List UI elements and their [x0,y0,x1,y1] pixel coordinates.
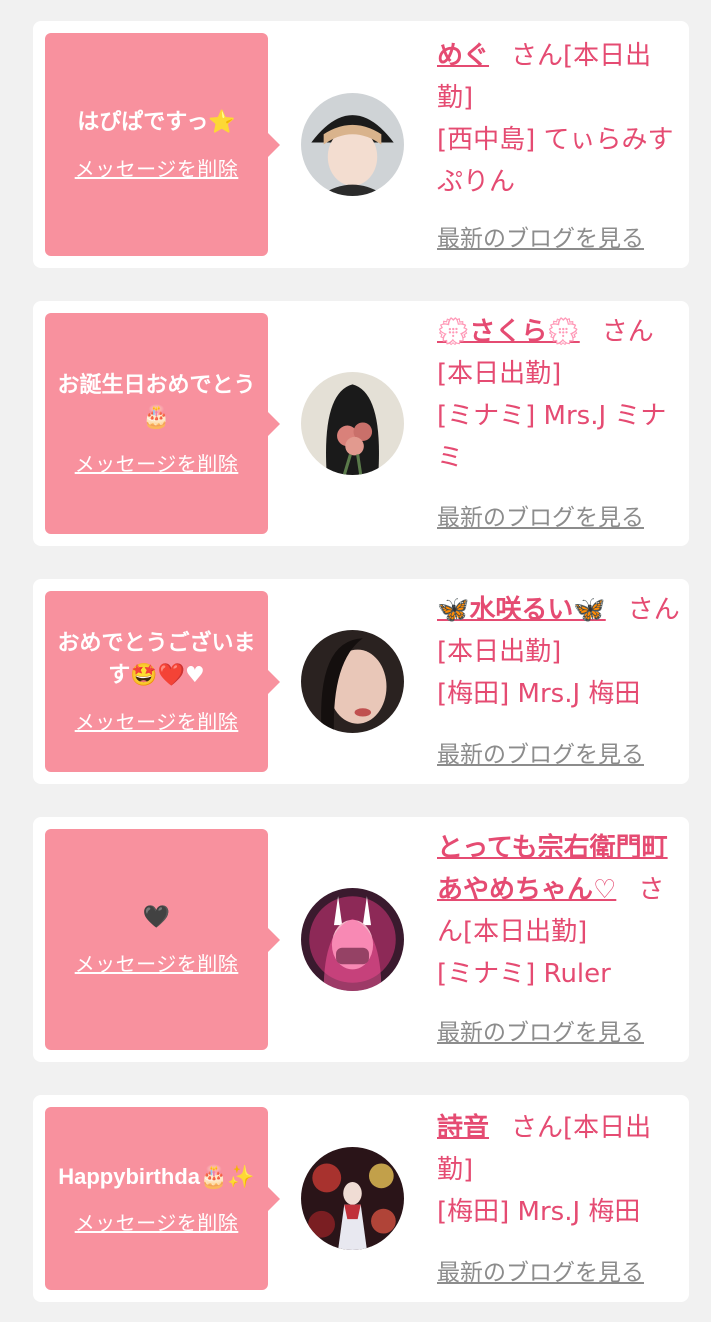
message-bubble: おめでとうございます🤩❤️♥ メッセージを削除 [45,591,280,772]
cast-name-link[interactable]: 詩音 [437,1113,489,1143]
latest-blog-link[interactable]: 最新のブログを見る [437,1013,644,1047]
avatar[interactable] [301,630,404,733]
avatar[interactable] [301,1147,404,1250]
cast-info: 🦋水咲るい🦋 さん[本日出勤] [梅田] Mrs.J 梅田 [437,589,683,715]
shop-name: [ミナミ] Mrs.J ミナミ [437,401,667,473]
delete-message-link[interactable]: メッセージを削除 [75,1207,239,1236]
message-bubble: はぴぱですっ⭐ メッセージを削除 [45,33,280,256]
message-card: はぴぱですっ⭐ メッセージを削除 めぐ さん[本日出勤] [西中島] てぃらみすぷ… [33,21,689,268]
message-text: Happybirthda🎂✨ [58,1164,255,1189]
delete-message-link[interactable]: メッセージを削除 [75,153,239,182]
message-bubble: Happybirthda🎂✨ メッセージを削除 [45,1107,280,1290]
avatar[interactable] [301,372,404,475]
cast-name-link[interactable]: 💮さくら💮 [437,317,580,347]
message-text: はぴぱですっ⭐ [77,110,236,135]
delete-message-link[interactable]: メッセージを削除 [75,948,239,977]
shop-name: [ミナミ] Ruler [437,959,611,989]
message-card: Happybirthda🎂✨ メッセージを削除 詩音 さん[本日出勤] [梅田] … [33,1095,689,1302]
delete-message-link[interactable]: メッセージを削除 [75,706,239,735]
latest-blog-link[interactable]: 最新のブログを見る [437,735,644,769]
avatar[interactable] [301,93,404,196]
message-text: お誕生日おめでとう🎂 [57,373,256,430]
message-bubble: お誕生日おめでとう🎂 メッセージを削除 [45,313,280,534]
shop-name: [梅田] Mrs.J 梅田 [437,1197,641,1227]
latest-blog-link[interactable]: 最新のブログを見る [437,498,644,532]
message-card: 🖤 メッセージを削除 とっても宗右衛門町あやめちゃん♡ さん[本日出勤] [ミナミ… [33,817,689,1062]
shop-name: [梅田] Mrs.J 梅田 [437,679,641,709]
delete-message-link[interactable]: メッセージを削除 [75,448,239,477]
latest-blog-link[interactable]: 最新のブログを見る [437,219,644,253]
cast-name-link[interactable]: めぐ [437,41,489,71]
cast-name-link[interactable]: 🦋水咲るい🦋 [437,595,606,625]
shop-name: [西中島] てぃらみすぷりん [437,125,674,197]
cast-info: とっても宗右衛門町あやめちゃん♡ さん[本日出勤] [ミナミ] Ruler [437,827,683,995]
cast-name-link[interactable]: とっても宗右衛門町あやめちゃん♡ [437,833,668,905]
avatar[interactable] [301,888,404,991]
message-text: おめでとうございます🤩❤️♥ [57,631,256,688]
latest-blog-link[interactable]: 最新のブログを見る [437,1253,644,1287]
cast-info: 💮さくら💮 さん[本日出勤] [ミナミ] Mrs.J ミナミ [437,311,683,479]
cast-info: めぐ さん[本日出勤] [西中島] てぃらみすぷりん [437,35,683,203]
message-bubble: 🖤 メッセージを削除 [45,829,280,1050]
cast-info: 詩音 さん[本日出勤] [梅田] Mrs.J 梅田 [437,1107,683,1233]
message-card: おめでとうございます🤩❤️♥ メッセージを削除 🦋水咲るい🦋 さん[本日出勤] [… [33,579,689,784]
message-text: 🖤 [142,905,171,930]
message-card: お誕生日おめでとう🎂 メッセージを削除 💮さくら💮 さん[本日出勤] [ミナミ] … [33,301,689,546]
